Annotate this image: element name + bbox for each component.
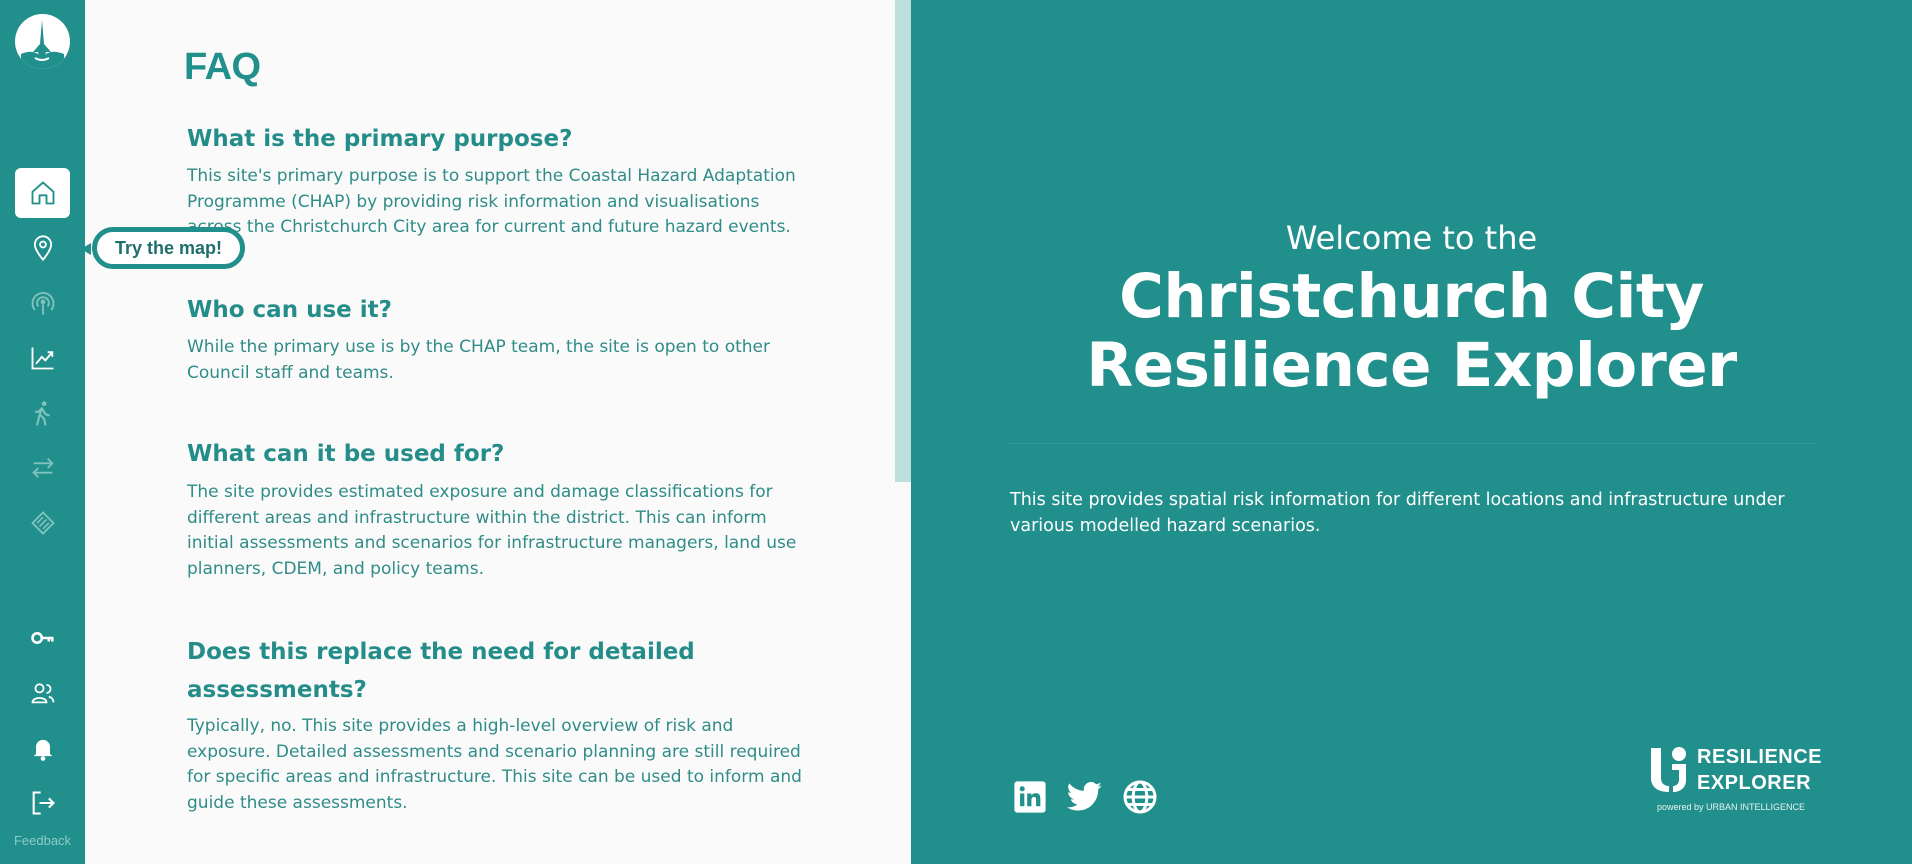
layers-icon	[30, 511, 55, 535]
arrows-exchange-icon	[31, 458, 54, 478]
twitter-link[interactable]	[1065, 777, 1105, 817]
hero-title-line2: Resilience Explorer	[1086, 330, 1737, 401]
faq-answer: This site's primary purpose is to suppor…	[187, 166, 796, 238]
map-pin-icon	[33, 235, 52, 262]
hero-title: Christchurch City Resilience Explorer	[911, 262, 1912, 400]
city-logo[interactable]	[15, 14, 70, 69]
faq-question: What can it be used for?	[187, 441, 505, 467]
faq-answer: While the primary use is by the CHAP tea…	[187, 337, 770, 383]
nav-notifications[interactable]	[15, 723, 70, 773]
hero-description: This site provides spatial risk informat…	[1010, 490, 1785, 536]
twitter-icon	[1067, 782, 1102, 811]
broadcast-icon	[31, 291, 54, 315]
brand-line1: RESILIENCE	[1697, 746, 1823, 768]
nav-logout[interactable]	[15, 778, 70, 828]
users-icon	[31, 683, 54, 704]
faq-question: What is the primary purpose?	[187, 126, 573, 152]
brand-powered-by: powered by URBAN INTELLIGENCE	[1657, 802, 1806, 812]
website-link[interactable]	[1120, 777, 1160, 817]
home-icon	[31, 181, 54, 205]
logout-icon	[32, 791, 55, 815]
walking-person-icon	[34, 401, 50, 426]
chart-line-icon	[31, 347, 53, 370]
nav-chart[interactable]	[15, 333, 70, 383]
nav-people[interactable]	[15, 388, 70, 438]
sidebar: Feedback	[0, 0, 85, 864]
key-icon	[30, 632, 54, 644]
welcome-text: Welcome to the	[1285, 219, 1538, 257]
resilience-explorer-brand[interactable]: RESILIENCE EXPLORER powered by URBAN INT…	[1649, 742, 1824, 816]
faq-title: FAQ	[184, 46, 261, 88]
hero-panel: Welcome to the Christchurch City Resilie…	[911, 0, 1912, 864]
hero-title-line1: Christchurch City	[1119, 261, 1704, 332]
bell-icon	[33, 739, 52, 761]
nav-map[interactable]	[15, 223, 70, 273]
faq-panel: FAQ What is the primary purpose? This si…	[85, 0, 911, 864]
try-map-callout[interactable]: Try the map!	[80, 227, 246, 269]
nav-key[interactable]	[15, 613, 70, 663]
feedback-link[interactable]: Feedback	[0, 833, 85, 848]
faq-question: Who can use it?	[187, 297, 392, 323]
globe-icon	[1123, 780, 1157, 814]
faq-answer: Typically, no. This site provides a high…	[187, 716, 802, 814]
resilience-logo-icon	[1651, 747, 1686, 792]
faq-answer: The site provides estimated exposure and…	[187, 482, 797, 580]
nav-home[interactable]	[15, 168, 70, 218]
nav-exchange[interactable]	[15, 443, 70, 493]
faq-question: Does this replace the need for detailed …	[187, 639, 695, 703]
nav-broadcast[interactable]	[15, 278, 70, 328]
hero-divider	[1010, 443, 1818, 444]
nav-layers[interactable]	[15, 498, 70, 548]
faq-scrollbar[interactable]	[895, 0, 911, 482]
nav-users[interactable]	[15, 668, 70, 718]
brand-wordmark: RESILIENCE EXPLORER	[1697, 744, 1822, 796]
brand-line2: EXPLORER	[1697, 772, 1812, 794]
linkedin-icon	[1014, 781, 1046, 813]
linkedin-link[interactable]	[1010, 777, 1050, 817]
callout-label: Try the map!	[115, 237, 223, 258]
